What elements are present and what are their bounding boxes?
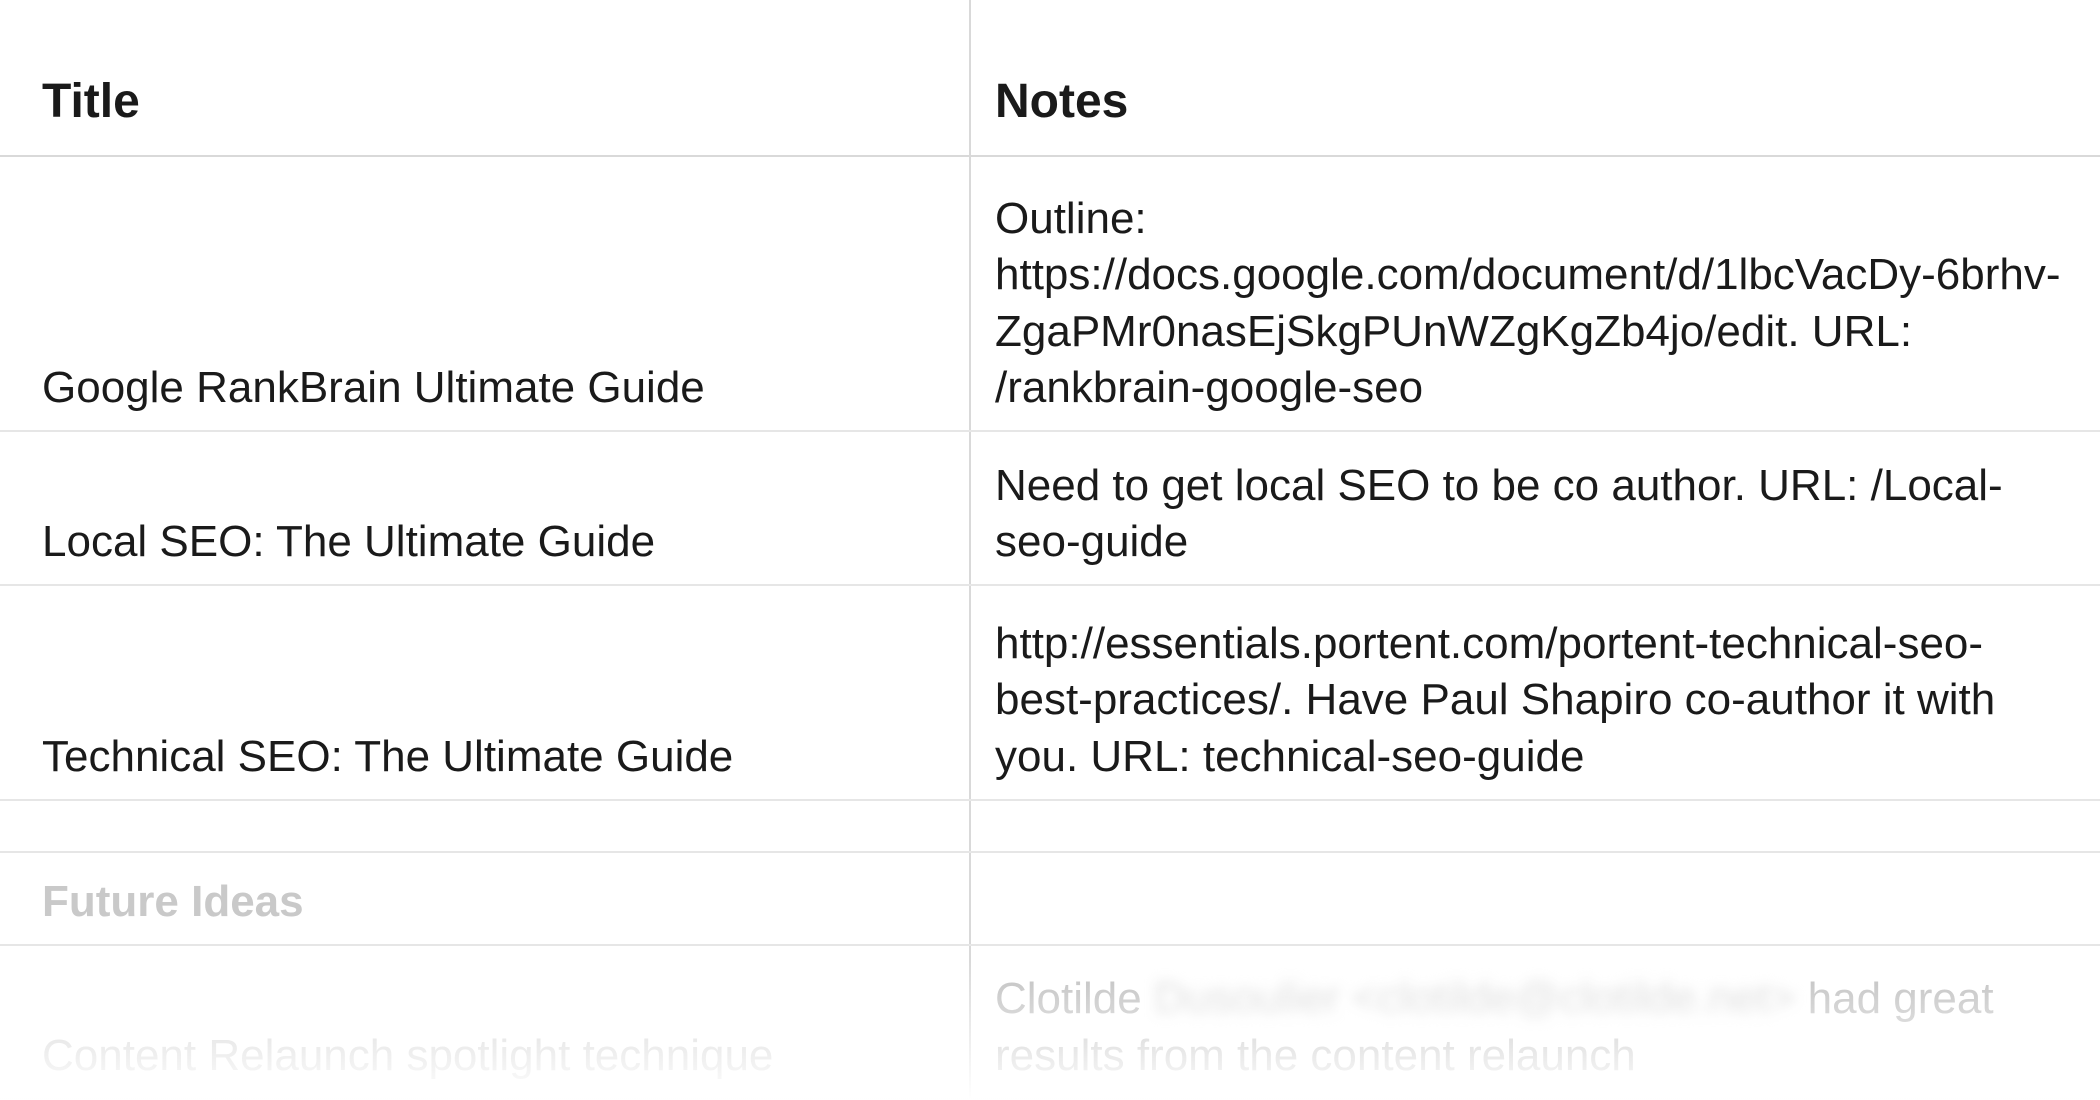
section-heading[interactable]: Future Ideas xyxy=(0,852,970,945)
empty-cell[interactable] xyxy=(970,852,2100,945)
table-row[interactable]: Technical SEO: The Ultimate Guide http:/… xyxy=(0,585,2100,800)
empty-cell[interactable] xyxy=(970,800,2100,852)
cell-notes[interactable]: Outline: https://docs.google.com/documen… xyxy=(970,156,2100,431)
redacted-text: Dusoulier <clotilde@clotilde.net> xyxy=(1154,974,1795,1023)
content-table: Title Notes Google RankBrain Ultimate Gu… xyxy=(0,0,2100,1100)
cell-title[interactable]: Content Relaunch spotlight technique xyxy=(0,945,970,1099)
notes-text-pre: Clotilde xyxy=(995,974,1154,1023)
cell-notes[interactable]: Clotilde Dusoulier <clotilde@clotilde.ne… xyxy=(970,945,2100,1099)
empty-row[interactable] xyxy=(0,800,2100,852)
table-header-row: Title Notes xyxy=(0,0,2100,156)
section-heading-row[interactable]: Future Ideas xyxy=(0,852,2100,945)
header-notes[interactable]: Notes xyxy=(970,0,2100,156)
table-row[interactable]: Local SEO: The Ultimate Guide Need to ge… xyxy=(0,431,2100,585)
cell-title[interactable]: Technical SEO: The Ultimate Guide xyxy=(0,585,970,800)
cell-notes[interactable]: http://essentials.portent.com/portent-te… xyxy=(970,585,2100,800)
cell-title[interactable]: Local SEO: The Ultimate Guide xyxy=(0,431,970,585)
table-row[interactable]: Google RankBrain Ultimate Guide Outline:… xyxy=(0,156,2100,431)
empty-cell[interactable] xyxy=(0,800,970,852)
cell-notes[interactable]: Need to get local SEO to be co author. U… xyxy=(970,431,2100,585)
header-title[interactable]: Title xyxy=(0,0,970,156)
table-row[interactable]: Content Relaunch spotlight technique Clo… xyxy=(0,945,2100,1099)
cell-title[interactable]: Google RankBrain Ultimate Guide xyxy=(0,156,970,431)
